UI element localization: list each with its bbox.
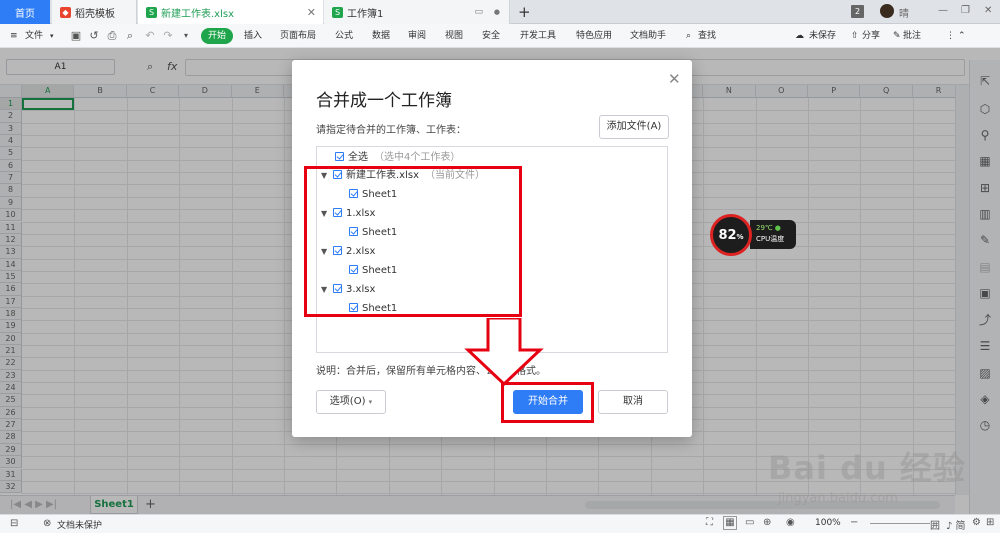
share-icon: ⇧ <box>851 31 859 41</box>
tab-template-label: 稻壳模板 <box>75 8 115 20</box>
tab-count-badge[interactable]: 2 <box>851 5 864 18</box>
avatar[interactable] <box>880 4 894 18</box>
input-method-icon[interactable]: 囲 <box>930 517 940 532</box>
tab-home[interactable]: 首页 <box>0 0 50 24</box>
menu-search[interactable]: 查找 <box>698 24 716 48</box>
zoom-out-icon[interactable]: − <box>850 517 858 528</box>
cpu-temp-label: CPU温度 <box>756 235 785 243</box>
zoom-slider[interactable] <box>870 523 930 524</box>
close-icon[interactable]: ✕ <box>307 6 316 19</box>
select-all-checkbox[interactable] <box>335 152 344 161</box>
user-name: 晴 <box>899 9 909 20</box>
menu-special[interactable]: 特色应用 <box>576 24 612 48</box>
cancel-button[interactable]: 取消 <box>598 390 668 414</box>
search-icon[interactable]: ⌕ <box>686 24 691 48</box>
undo-icon[interactable]: ↶ <box>144 30 156 42</box>
macro-icon[interactable]: ⊟ <box>10 518 18 529</box>
cpu-usage-readout: 82% <box>713 228 749 243</box>
wps-window: 首页 ◆ 稻壳模板 S 新建工作表.xlsx ✕ S 工作簿1 ▭ ● + 2 … <box>0 0 1000 533</box>
chevron-down-icon: ▾ <box>368 398 373 406</box>
menu-file[interactable]: 文件 <box>25 24 43 48</box>
cloud-icon: ☁ <box>795 31 804 41</box>
restore-icon[interactable]: ❐ <box>961 5 970 16</box>
page-view-icon[interactable]: ▭ <box>745 517 754 528</box>
view-grid-icon[interactable]: ▦ <box>723 516 737 530</box>
watermark-url: jingyan.baidu.com <box>778 491 898 506</box>
menu-page-layout[interactable]: 页面布局 <box>280 24 316 48</box>
watermark-logo: Bai du 经验 <box>768 449 966 487</box>
minimize-icon[interactable]: — <box>938 5 948 16</box>
cpu-usage-gauge[interactable]: 82% <box>710 214 752 256</box>
tab-active-file-label: 新建工作表.xlsx <box>161 8 235 20</box>
tab-workbook-label: 工作簿1 <box>347 8 384 20</box>
menu-review[interactable]: 审阅 <box>408 24 426 48</box>
baidu-watermark: Bai du 经验 jingyan.baidu.com <box>768 443 978 515</box>
save-icon[interactable]: ▣ <box>70 30 82 42</box>
menu-security[interactable]: 安全 <box>482 24 500 48</box>
menu-start[interactable]: 开始 <box>201 28 233 44</box>
status-bar: ⊟ ⊗ 文档未保护 ⛶ ▦ ▭ ⊕ ◉ 100% − 囲 ♪ 简 ⚙ ⊞ <box>0 514 1000 533</box>
protect-icon: ⊗ <box>43 518 52 529</box>
collapse-icon[interactable]: ⌃ <box>958 24 966 48</box>
undo-history-icon[interactable]: ↺ <box>88 30 100 42</box>
new-tab-button[interactable]: + <box>518 0 534 24</box>
tab-template[interactable]: ◆ 稻壳模板 <box>52 0 137 24</box>
menu-formula[interactable]: 公式 <box>335 24 353 48</box>
selected-count-hint: （选中4个工作表） <box>374 152 461 163</box>
screen-icon[interactable]: ▭ <box>474 7 483 17</box>
new-tab-label: + <box>518 3 531 21</box>
spreadsheet-icon: S <box>332 6 343 18</box>
dialog-close-icon[interactable]: ✕ <box>668 70 681 88</box>
menu-insert[interactable]: 插入 <box>244 24 262 48</box>
annotate-button[interactable]: 批注 <box>903 24 921 48</box>
dialog-subtitle: 请指定待合并的工作簿、工作表： <box>316 125 466 136</box>
tab-workbook[interactable]: S 工作簿1 ▭ ● <box>324 0 510 24</box>
dialog-title: 合并成一个工作簿 <box>316 91 452 111</box>
fullscreen-icon[interactable]: ⊞ <box>986 517 994 528</box>
eye-icon[interactable]: ◉ <box>786 517 795 528</box>
redo-icon[interactable]: ↷ <box>162 30 174 42</box>
cpu-temp: 29℃ <box>756 224 773 232</box>
annotation-tree-highlight <box>304 166 522 317</box>
chevron-down-icon[interactable]: ▾ <box>50 24 54 48</box>
share-button[interactable]: 分享 <box>862 24 880 48</box>
menu-doc-assistant[interactable]: 文档助手 <box>630 24 666 48</box>
print-preview-icon[interactable]: ⌕ <box>124 30 136 42</box>
ime-mode-icon[interactable]: ♪ 简 <box>946 517 966 532</box>
cpu-usage-unit: % <box>736 233 744 241</box>
dot-icon: ● <box>493 8 500 16</box>
daoke-icon: ◆ <box>60 6 71 18</box>
add-file-button[interactable]: 添加文件(A) <box>599 115 669 139</box>
tab-bar: 首页 ◆ 稻壳模板 S 新建工作表.xlsx ✕ S 工作簿1 ▭ ● + 2 … <box>0 0 1000 24</box>
more-icon[interactable]: ▾ <box>180 30 192 42</box>
cpu-temp-widget: 29℃ ● CPU温度 <box>750 220 796 249</box>
menu-bar: ≡ 文件 ▾ ▣ ↺ ⎙ ⌕ ↶ ↷ ▾ 开始 插入 页面布局 公式 数据 审阅… <box>0 24 1000 48</box>
unsaved-status[interactable]: 未保存 <box>809 24 836 48</box>
annotate-icon: ✎ <box>893 31 901 41</box>
options-label: 选项(O) <box>329 396 366 407</box>
protect-status[interactable]: 文档未保护 <box>57 518 102 531</box>
annotation-arrow-icon <box>464 318 544 386</box>
split-view-icon[interactable]: ⊕ <box>763 517 771 528</box>
print-icon[interactable]: ⎙ <box>106 30 118 42</box>
menu-developer[interactable]: 开发工具 <box>520 24 556 48</box>
settings-icon[interactable]: ⚙ <box>972 517 981 528</box>
hamburger-icon[interactable]: ≡ <box>10 24 18 48</box>
zoom-level[interactable]: 100% <box>815 518 841 528</box>
select-all-item[interactable]: 全选 （选中4个工作表） <box>335 150 460 166</box>
window-close-icon[interactable]: ✕ <box>984 5 992 16</box>
leaf-icon: ● <box>774 224 781 232</box>
spreadsheet-icon: S <box>146 6 157 18</box>
cpu-usage-value: 82 <box>718 228 737 243</box>
menu-view[interactable]: 视图 <box>445 24 463 48</box>
tab-active-file[interactable]: S 新建工作表.xlsx ✕ <box>138 0 323 24</box>
annotation-button-highlight <box>501 382 594 423</box>
select-all-label: 全选 <box>348 152 368 163</box>
tab-home-label: 首页 <box>15 8 35 20</box>
menu-data[interactable]: 数据 <box>372 24 390 48</box>
options-button[interactable]: 选项(O) ▾ <box>316 390 386 414</box>
view-normal-icon[interactable]: ⛶ <box>706 517 713 528</box>
more-options-icon[interactable]: ⋮ <box>946 24 955 48</box>
merge-workbook-dialog: 合并成一个工作簿 ✕ 请指定待合并的工作簿、工作表： 添加文件(A) 全选 （选中… <box>292 60 692 437</box>
